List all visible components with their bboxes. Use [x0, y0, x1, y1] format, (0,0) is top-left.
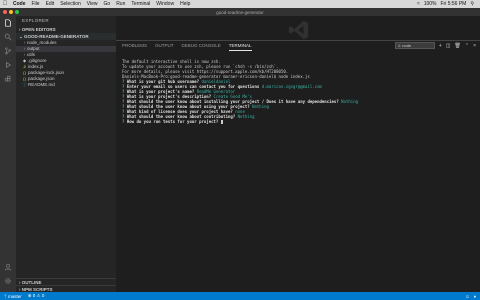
battery-label[interactable]: 100%	[422, 1, 439, 7]
status-bar: ᛉ master ⊗ 0 ⚠ 0 ☺ ♦	[0, 292, 480, 300]
menu-app[interactable]: Code	[10, 1, 29, 7]
settings-gear-icon[interactable]	[0, 274, 16, 288]
window-title: good-readme-generator	[216, 9, 264, 15]
zoom-window-button[interactable]	[15, 10, 19, 14]
npm-scripts-section[interactable]: › NPM SCRIPTS	[16, 285, 116, 292]
menu-view[interactable]: View	[84, 1, 101, 7]
chevron-up-icon[interactable]: ⌃	[465, 43, 469, 49]
wifi-icon[interactable]: ≈	[415, 1, 422, 7]
prompt-answer: Nothing	[341, 99, 359, 104]
apple-icon[interactable]: 	[0, 1, 10, 7]
problems-indicator[interactable]: ⊗ 0 ⚠ 0	[28, 293, 45, 299]
prompt-answer: d.maricon.sgsgr@gmail.com	[261, 84, 322, 89]
menu-file[interactable]: File	[29, 1, 43, 7]
close-icon[interactable]: ×	[473, 43, 476, 49]
warning-count: 0	[41, 293, 45, 298]
open-editors-label: OPEN EDITORS	[21, 27, 56, 32]
outline-section[interactable]: › OUTLINE	[16, 278, 116, 285]
project-label: GOOD-README-GENERATOR	[24, 34, 89, 39]
tab-debug-console[interactable]: DEBUG CONSOLE	[182, 41, 221, 51]
prompt-answer: Nothing	[252, 104, 269, 109]
menu-run[interactable]: Run	[113, 1, 128, 7]
prompt-answer: Nothing	[237, 114, 255, 119]
outline-label: OUTLINE	[21, 280, 42, 285]
menu-window[interactable]: Window	[153, 1, 177, 7]
debug-icon[interactable]	[0, 58, 16, 72]
clock[interactable]: Fri 5:56 PM	[438, 1, 468, 7]
file-label: README.md	[28, 82, 55, 87]
open-editors-section[interactable]: › OPEN EDITORS	[16, 26, 116, 33]
bottom-panel: PROBLEMS OUTPUT DEBUG CONSOLE TERMINAL 1…	[116, 40, 480, 292]
tab-problems[interactable]: PROBLEMS	[122, 41, 147, 51]
error-count: 0	[32, 293, 36, 298]
extensions-icon[interactable]	[0, 72, 16, 86]
account-icon[interactable]	[0, 260, 16, 274]
terminal-cursor	[220, 120, 223, 124]
trash-icon[interactable]: 🗑	[455, 43, 461, 49]
close-window-button[interactable]	[3, 10, 7, 14]
source-control-icon[interactable]	[0, 44, 16, 58]
vscode-logo-icon	[288, 20, 309, 40]
explorer-sidebar: EXPLORER › OPEN EDITORS ⌄ GOOD-README-GE…	[16, 16, 116, 292]
tab-output[interactable]: OUTPUT	[155, 41, 174, 51]
prompt-question: How do you run tests for your project?	[126, 119, 219, 124]
bell-icon[interactable]: ♦	[474, 294, 476, 299]
mac-menubar:  Code File Edit Selection View Go Run T…	[0, 0, 480, 8]
search-activity-icon[interactable]	[0, 30, 16, 44]
add-terminal-icon[interactable]: +	[439, 43, 442, 49]
tree-item-readme[interactable]: ⓘ README.md	[16, 82, 116, 88]
activity-bar	[0, 16, 16, 292]
feedback-icon[interactable]: ☺	[465, 294, 470, 299]
search-icon[interactable]: ⚲	[468, 1, 476, 7]
menu-help[interactable]: Help	[177, 1, 193, 7]
minimize-window-button[interactable]	[9, 10, 13, 14]
split-terminal-icon[interactable]: ◫	[446, 43, 451, 49]
info-icon: ⓘ	[22, 82, 27, 87]
terminal-output[interactable]: The default interactive shell is now zsh…	[116, 51, 480, 124]
branch-indicator[interactable]: ᛉ master	[4, 294, 22, 299]
tab-terminal[interactable]: TERMINAL	[228, 41, 252, 51]
menu-go[interactable]: Go	[101, 1, 114, 7]
terminal-select[interactable]: 1: node	[394, 42, 435, 49]
branch-label: master	[7, 293, 22, 299]
window-titlebar: good-readme-generator	[0, 8, 480, 16]
menu-selection[interactable]: Selection	[57, 1, 84, 7]
explorer-icon[interactable]	[0, 16, 16, 30]
prompt-line: ? How do you run tests for your project?	[122, 119, 480, 124]
explorer-title: EXPLORER	[22, 18, 49, 23]
menu-edit[interactable]: Edit	[43, 1, 58, 7]
project-section[interactable]: ⌄ GOOD-README-GENERATOR	[16, 33, 116, 40]
menu-terminal[interactable]: Terminal	[128, 1, 153, 7]
